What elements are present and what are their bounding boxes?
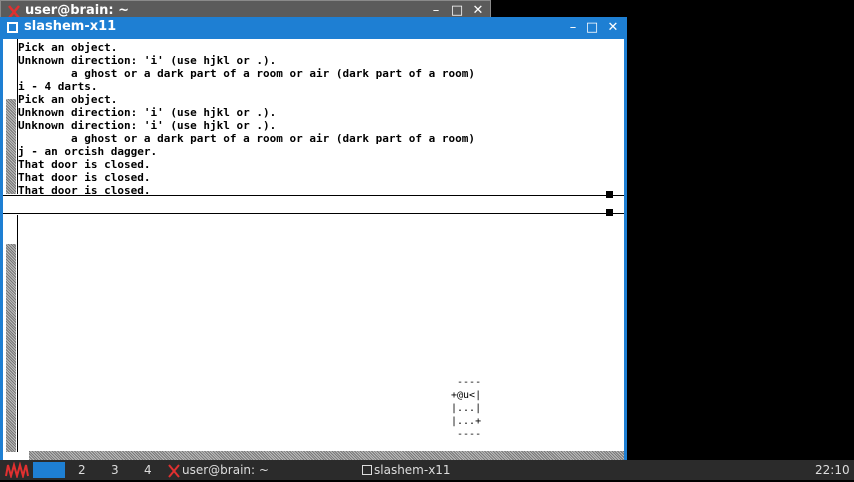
window-title: slashem-x11 <box>24 19 117 34</box>
message-line: a ghost or a dark part of a room or air … <box>18 132 475 145</box>
window-app-icon <box>7 22 18 33</box>
start-menu-icon[interactable] <box>4 461 30 480</box>
map-row: ---- <box>451 429 482 440</box>
window-client-area: Pick an object. Unknown direction: 'i' (u… <box>3 39 624 460</box>
task-slashem-label: slashem-x11 <box>374 463 451 477</box>
message-line: Unknown direction: 'i' (use hjkl or .). <box>18 54 277 67</box>
clock: 22:10 <box>815 463 850 477</box>
message-line: Pick an object. <box>18 41 118 54</box>
taskbar: 2 3 4 user@brain: ~ slashem-x11 22:10 <box>0 460 854 480</box>
map-vertical-scrollbar[interactable] <box>5 215 16 452</box>
window-close-button[interactable]: ✕ <box>605 18 621 38</box>
message-line: That door is closed. <box>18 171 151 184</box>
map-resize-grip[interactable] <box>606 209 613 216</box>
task-terminal[interactable]: user@brain: ~ <box>165 460 345 480</box>
workspace-2-button[interactable]: 2 <box>78 460 86 480</box>
message-line: Pick an object. <box>18 93 118 106</box>
message-line: a ghost or a dark part of a room or air … <box>18 67 475 80</box>
map-row: +@u<| <box>451 390 482 401</box>
dungeon-map: ---- +@u<| |...| |...+ ---- <box>451 376 481 441</box>
slashem-window: slashem-x11 – □ ✕ Pick an object. Unknown… <box>0 17 627 460</box>
map-row: ---- <box>451 377 482 388</box>
window-minimize-button[interactable]: – <box>565 18 581 38</box>
message-line: Unknown direction: 'i' (use hjkl or .). <box>18 119 277 132</box>
message-bottom-border <box>3 195 624 196</box>
message-line: Unknown direction: 'i' (use hjkl or .). <box>18 106 277 119</box>
workspace-3-button[interactable]: 3 <box>111 460 119 480</box>
map-row: |...+ <box>451 416 482 427</box>
workspace-1-button[interactable] <box>33 462 65 478</box>
message-resize-grip[interactable] <box>606 191 613 198</box>
message-line: i - 4 darts. <box>18 80 98 93</box>
map-horizontal-scrollbar[interactable] <box>29 451 624 460</box>
terminal-task-icon <box>168 463 180 478</box>
window-maximize-button[interactable]: □ <box>584 18 600 38</box>
message-line: That door is closed. <box>18 158 151 171</box>
map-top-border <box>3 213 624 214</box>
task-slashem[interactable]: slashem-x11 <box>359 460 539 480</box>
map-row: |...| <box>451 403 482 414</box>
terminal-window-title: user@brain: ~ <box>25 3 130 18</box>
window-task-icon <box>362 465 372 475</box>
map-vertical-scrollbar-track[interactable] <box>6 244 16 452</box>
map-pane-divider <box>17 215 18 452</box>
task-terminal-label: user@brain: ~ <box>182 463 269 477</box>
message-log: Pick an object. Unknown direction: 'i' (u… <box>3 39 613 197</box>
message-line: j - an orcish dagger. <box>18 145 158 158</box>
workspace-4-button[interactable]: 4 <box>144 460 152 480</box>
